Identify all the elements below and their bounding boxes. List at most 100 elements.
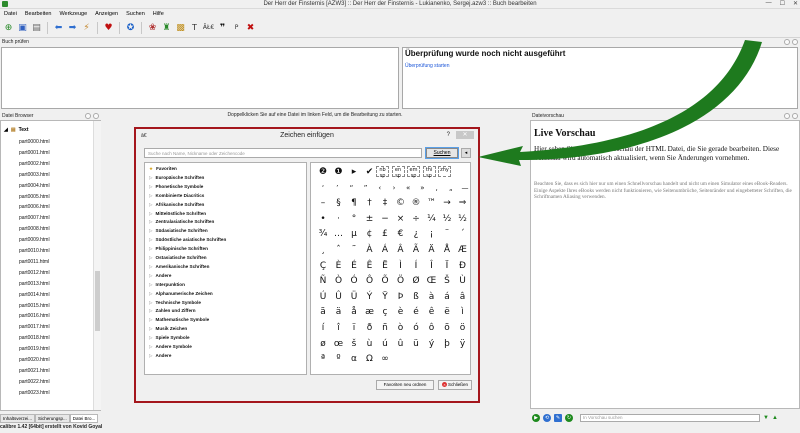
menu-hilfe[interactable]: Hilfe — [153, 11, 164, 17]
char-cell[interactable]: ö — [454, 321, 472, 336]
file-list-item[interactable]: part0010.html — [19, 248, 50, 254]
char-cell[interactable]: — — [456, 181, 474, 196]
checkpoint-icon[interactable]: ▤ — [31, 22, 42, 34]
file-list-item[interactable]: part0006.html — [19, 204, 50, 210]
char-cell[interactable]: Ð — [454, 259, 472, 274]
category-item[interactable]: ▷ Mathematische Symbole — [149, 317, 209, 323]
category-item[interactable]: ▷ Philippinische Schriften — [149, 246, 208, 252]
tree-root-text[interactable]: ◢ ▤ Text — [4, 127, 29, 133]
category-item[interactable]: ▷ Afrikanische Schriften — [149, 202, 204, 208]
menu-bearbeiten[interactable]: Bearbeiten — [25, 11, 52, 17]
clear-search-icon[interactable]: ◂ — [461, 148, 471, 158]
quotes-icon[interactable]: ❞ — [217, 22, 228, 34]
file-list-item[interactable]: part0011.html — [19, 259, 49, 265]
menu-werkzeuge[interactable]: Werkzeuge — [59, 11, 87, 17]
undo-icon[interactable]: ⬅ — [53, 22, 64, 34]
char-cell[interactable]: ⇒ — [454, 196, 472, 211]
insert-char-icon[interactable]: ĀŁ€ — [203, 22, 214, 34]
spellcheck-icon[interactable]: ❀ — [147, 22, 158, 34]
minimize-icon[interactable]: — — [766, 0, 772, 7]
char-cell[interactable]: Ù — [454, 274, 472, 289]
search-button[interactable]: Suchen — [426, 148, 458, 158]
file-list-item[interactable]: part0017.html — [19, 324, 50, 330]
category-item[interactable]: ▷ Mittelöstliche Schriften — [149, 211, 206, 217]
file-browser-scrollbar[interactable] — [93, 121, 101, 410]
find-prev-icon[interactable]: ▲ — [772, 415, 778, 421]
refresh-icon[interactable]: ↻ — [565, 413, 573, 422]
category-item[interactable]: ▷ Südasiatische Schriften — [149, 228, 208, 234]
file-list-item[interactable]: part0019.html — [19, 346, 50, 352]
category-item[interactable]: ▷ Spiele Symbole — [149, 335, 190, 341]
category-item[interactable]: ▷ Andere — [149, 273, 171, 279]
char-cell[interactable]: em sp — [407, 166, 420, 179]
char-cell[interactable]: zhy — [438, 166, 451, 177]
category-item[interactable]: ▷ Interpunktion — [149, 282, 185, 288]
menu-suchen[interactable]: Suchen — [126, 11, 145, 17]
file-list-item[interactable]: part0007.html — [19, 215, 50, 221]
file-list-item[interactable]: part0002.html — [19, 161, 50, 167]
run-check-link[interactable]: Überprüfung starten — [405, 63, 449, 69]
category-item[interactable]: ▷ Musik Zeichen — [149, 326, 187, 332]
magic-wand-icon[interactable]: ⚡ — [81, 22, 92, 34]
char-cell[interactable]: ÿ — [454, 337, 472, 352]
maximize-icon[interactable]: ☐ — [780, 0, 785, 7]
dialog-close-icon[interactable]: ✕ — [456, 131, 474, 139]
help-icon[interactable]: ? — [447, 132, 450, 138]
char-cell[interactable]: ∞ — [376, 352, 394, 367]
file-list-item[interactable]: part0015.html — [19, 303, 50, 309]
file-list-item[interactable]: part0012.html — [19, 270, 50, 276]
check-book-icon[interactable]: ✪ — [125, 22, 136, 34]
save-icon[interactable]: ▣ — [17, 22, 28, 34]
char-cell[interactable]: ´ — [454, 227, 472, 242]
close-dock-icon[interactable] — [792, 113, 798, 119]
float-icon[interactable] — [784, 39, 790, 45]
char-cell[interactable]: ½ — [454, 212, 472, 227]
file-list-item[interactable]: part0003.html — [19, 172, 50, 178]
file-list-item[interactable]: part0016.html — [19, 313, 50, 319]
close-dialog-button[interactable]: × Schließen — [438, 380, 472, 390]
category-item[interactable]: ▷ Zahlen und Ziffern — [149, 308, 196, 314]
file-list-item[interactable]: part0014.html — [19, 292, 50, 298]
char-cell[interactable]: nb sp — [376, 166, 389, 179]
category-item[interactable]: ▷ Andere Symbole — [149, 344, 192, 350]
category-item[interactable]: ▷ Zentralasiatische Schriften — [149, 219, 214, 225]
file-list-item[interactable]: part0018.html — [19, 335, 50, 341]
category-item[interactable]: ▷ Südöstliche asiatische Schriften — [149, 237, 226, 243]
tab-toc[interactable]: Inhaltsverzei... — [0, 414, 36, 423]
file-list-item[interactable]: part0023.html — [19, 390, 50, 396]
remove-icon[interactable]: ✖ — [245, 22, 256, 34]
category-item[interactable]: ▷ Amerikanische Schriften — [149, 264, 209, 270]
text-icon[interactable]: T — [189, 22, 200, 34]
file-list-item[interactable]: part0000.html — [19, 139, 50, 145]
redo-icon[interactable]: ➡ — [67, 22, 78, 34]
float-icon[interactable] — [784, 113, 790, 119]
find-next-icon[interactable]: ▼ — [763, 415, 769, 421]
close-dock-icon[interactable] — [792, 39, 798, 45]
category-item[interactable]: ▷ Andere — [149, 353, 171, 359]
char-search-input[interactable]: Suche nach Name, Nickname oder Zeichenco… — [144, 148, 422, 158]
expand-arrow-icon[interactable]: ◢ — [4, 127, 8, 133]
file-list-item[interactable]: part0008.html — [19, 226, 50, 232]
file-list-item[interactable]: part0001.html — [19, 150, 50, 156]
char-cell[interactable]: thi sp — [422, 166, 436, 179]
category-item[interactable]: ▷ Alphanumerische Zeichen — [149, 291, 213, 297]
char-cell[interactable]: en sp — [391, 166, 405, 179]
category-item[interactable]: ★ Favoriten — [149, 166, 177, 172]
category-item[interactable]: ▷ Europäische Schriften — [149, 175, 204, 181]
file-list-item[interactable]: part0021.html — [19, 368, 50, 374]
split-icon[interactable]: ✎ — [554, 413, 562, 422]
auto-reload-icon[interactable]: ▶ — [532, 413, 540, 422]
preview-search-input[interactable]: In Vorschau suchen — [580, 413, 760, 422]
file-list-item[interactable]: part0013.html — [19, 281, 50, 287]
file-list-item[interactable]: part0004.html — [19, 183, 50, 189]
close-dock-icon[interactable] — [93, 113, 99, 119]
category-item[interactable]: ▷ Technische Symbole — [149, 300, 201, 306]
file-list-item[interactable]: part0009.html — [19, 237, 50, 243]
char-cell[interactable]: â — [454, 290, 472, 305]
reports-icon[interactable]: ♜ — [161, 22, 172, 34]
fonts-icon[interactable]: ▩ — [175, 22, 186, 34]
char-cell[interactable]: ì — [454, 305, 472, 320]
float-icon[interactable] — [85, 113, 91, 119]
category-item[interactable]: ▷ Ostasiatische Schriften — [149, 255, 207, 261]
menu-datei[interactable]: Datei — [4, 11, 17, 17]
